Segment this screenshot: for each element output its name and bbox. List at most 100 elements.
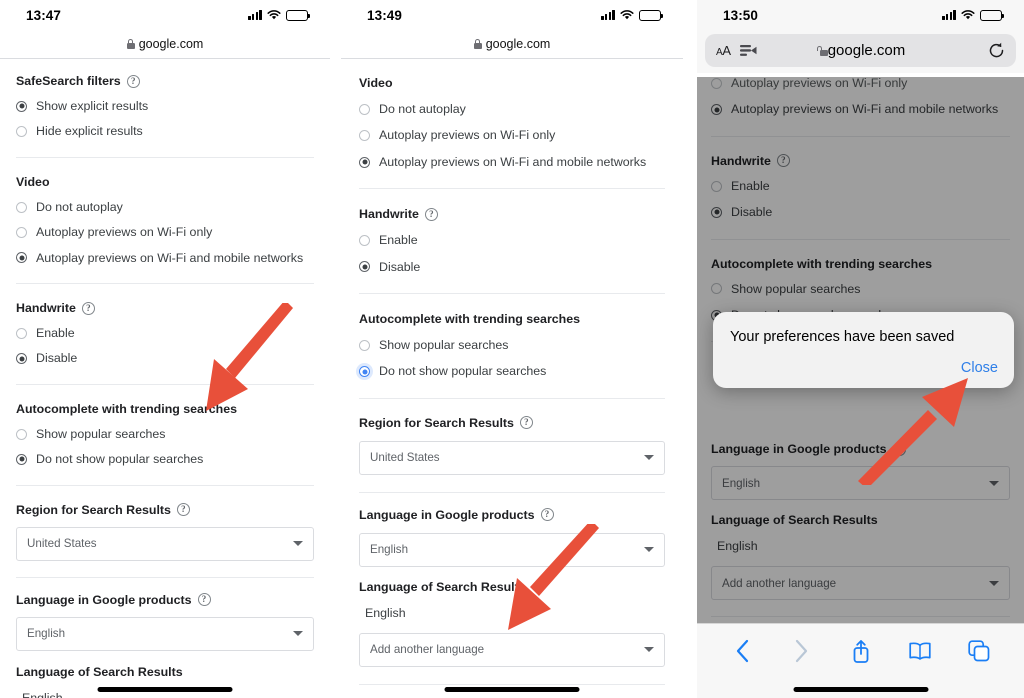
radio-indicator[interactable]	[711, 206, 722, 218]
radio-indicator[interactable]	[359, 261, 370, 273]
radio-label: Autoplay previews on Wi-Fi and mobile ne…	[379, 154, 647, 169]
language-products-select[interactable]: English	[16, 616, 314, 651]
radio-do-not-show-popular-searches[interactable]: Do not show popular searches	[359, 364, 665, 379]
radio-handwrite-disable[interactable]: Disable	[16, 352, 314, 365]
radio-indicator[interactable]	[16, 201, 27, 213]
help-icon[interactable]: ?	[126, 74, 140, 88]
radio-show-explicit-results[interactable]: Show explicit results	[16, 100, 314, 112]
radio-indicator[interactable]	[359, 156, 370, 168]
radio-handwrite-enable[interactable]: Enable	[16, 327, 314, 339]
help-icon[interactable]: ?	[176, 503, 190, 517]
help-icon[interactable]: ?	[540, 508, 554, 522]
text-size-button[interactable]: AA	[716, 43, 731, 58]
book-icon[interactable]	[907, 638, 933, 664]
radio-do-not-show-popular-searches[interactable]: Do not show popular searches	[16, 453, 314, 466]
radio-autoplay-wifi-only[interactable]: Autoplay previews on Wi-Fi only	[16, 225, 314, 240]
radio-indicator[interactable]	[16, 126, 27, 138]
safari-address-bar: AA google.com	[697, 30, 1024, 73]
radio-label: Do not show popular searches	[379, 364, 547, 379]
url-bar[interactable]: google.com	[341, 30, 683, 58]
radio-show-popular-searches[interactable]: Show popular searches	[359, 339, 665, 351]
wifi-icon	[267, 10, 281, 20]
radio-label: Disable	[379, 259, 421, 274]
radio-indicator[interactable]	[359, 130, 370, 142]
signal-bars-icon	[942, 10, 956, 20]
radio-label: Autoplay previews on Wi-Fi only	[36, 225, 213, 240]
section-title-autocomplete: Autocomplete with trending searches	[16, 401, 238, 416]
region-select[interactable]: United States	[359, 440, 665, 475]
dialog-message: Your preferences have been saved	[730, 329, 955, 345]
radio-label: Show explicit results	[36, 99, 149, 113]
radio-indicator[interactable]	[16, 353, 27, 365]
help-icon[interactable]: ?	[519, 416, 533, 430]
radio-indicator[interactable]	[16, 252, 27, 264]
chevron-down-icon	[644, 647, 654, 653]
radio-indicator[interactable]	[16, 100, 27, 112]
radio-label: Autoplay previews on Wi-Fi and mobile ne…	[36, 250, 304, 265]
dialog-close-button[interactable]: Close	[730, 360, 998, 376]
status-icons	[942, 9, 1005, 21]
radio-indicator[interactable]	[711, 104, 722, 116]
help-icon[interactable]: ?	[424, 207, 438, 221]
radio-indicator[interactable]	[711, 77, 722, 89]
phone-screenshot-1: 13:47 google.com SafeSearch filters ? Sh…	[0, 0, 330, 698]
region-select[interactable]: United States	[16, 526, 314, 561]
tabs-icon[interactable]	[966, 638, 992, 664]
radio-show-popular-searches[interactable]: Show popular searches	[16, 427, 314, 440]
signal-bars-icon	[248, 10, 262, 20]
radio-label: Enable	[36, 326, 75, 341]
section-title-language-products: Language in Google products ?	[711, 442, 1010, 456]
chevron-left-icon[interactable]	[730, 638, 756, 664]
status-time: 13:49	[367, 7, 403, 23]
add-language-select[interactable]: Add another language	[359, 632, 665, 667]
radio-do-not-autoplay[interactable]: Do not autoplay	[16, 200, 314, 213]
radio-indicator[interactable]	[359, 366, 370, 378]
radio-autoplay-wifi-only[interactable]: Autoplay previews on Wi-Fi only	[711, 77, 1010, 89]
radio-indicator[interactable]	[711, 283, 722, 295]
radio-show-popular-searches[interactable]: Show popular searches	[711, 282, 1010, 295]
chevron-right-icon[interactable]	[789, 638, 815, 664]
radio-autoplay-wifi-only[interactable]: Autoplay previews on Wi-Fi only	[359, 129, 665, 142]
region-select-value: United States	[27, 537, 97, 551]
radio-autoplay-wifi-and-mobile[interactable]: Autoplay previews on Wi-Fi and mobile ne…	[359, 154, 665, 169]
help-icon[interactable]: ?	[892, 442, 906, 456]
radio-indicator[interactable]	[359, 339, 370, 351]
radio-indicator[interactable]	[16, 226, 27, 238]
share-icon[interactable]	[848, 638, 874, 664]
radio-indicator[interactable]	[16, 327, 27, 339]
radio-indicator[interactable]	[16, 453, 27, 465]
section-title-handwrite: Handwrite ?	[359, 207, 665, 221]
language-products-select[interactable]: English	[711, 466, 1010, 501]
radio-hide-explicit-results[interactable]: Hide explicit results	[16, 125, 314, 138]
help-icon[interactable]: ?	[197, 593, 211, 607]
language-products-value: English	[27, 627, 66, 641]
language-products-value: English	[370, 543, 409, 557]
radio-label: Enable	[379, 233, 418, 248]
reader-view-icon[interactable]	[739, 44, 757, 57]
radio-autoplay-wifi-and-mobile[interactable]: Autoplay previews on Wi-Fi and mobile ne…	[16, 250, 314, 265]
status-bar: 13:47	[0, 0, 330, 30]
radio-indicator[interactable]	[16, 428, 27, 440]
add-language-select[interactable]: Add another language	[711, 566, 1010, 601]
safari-url-field[interactable]: AA google.com	[705, 34, 1016, 67]
url-bar[interactable]: google.com	[0, 30, 330, 58]
section-title-autocomplete: Autocomplete with trending searches	[711, 256, 933, 271]
help-icon[interactable]: ?	[776, 154, 790, 168]
language-results-value: English	[365, 605, 406, 620]
language-products-select[interactable]: English	[359, 532, 665, 567]
help-icon[interactable]: ?	[81, 301, 95, 315]
radio-indicator[interactable]	[359, 234, 370, 246]
radio-label: Do not autoplay	[379, 102, 466, 116]
status-icons	[248, 9, 311, 21]
radio-handwrite-enable[interactable]: Enable	[359, 233, 665, 248]
radio-handwrite-disable[interactable]: Disable	[359, 259, 665, 274]
reload-icon[interactable]	[988, 42, 1005, 59]
radio-handwrite-enable[interactable]: Enable	[711, 179, 1010, 192]
radio-indicator[interactable]	[359, 103, 370, 115]
radio-autoplay-wifi-and-mobile[interactable]: Autoplay previews on Wi-Fi and mobile ne…	[711, 103, 1010, 116]
lock-icon	[816, 45, 828, 56]
radio-label: Disable	[731, 205, 773, 220]
radio-indicator[interactable]	[711, 180, 722, 192]
radio-do-not-autoplay[interactable]: Do not autoplay	[359, 103, 665, 115]
radio-handwrite-disable[interactable]: Disable	[711, 205, 1010, 220]
